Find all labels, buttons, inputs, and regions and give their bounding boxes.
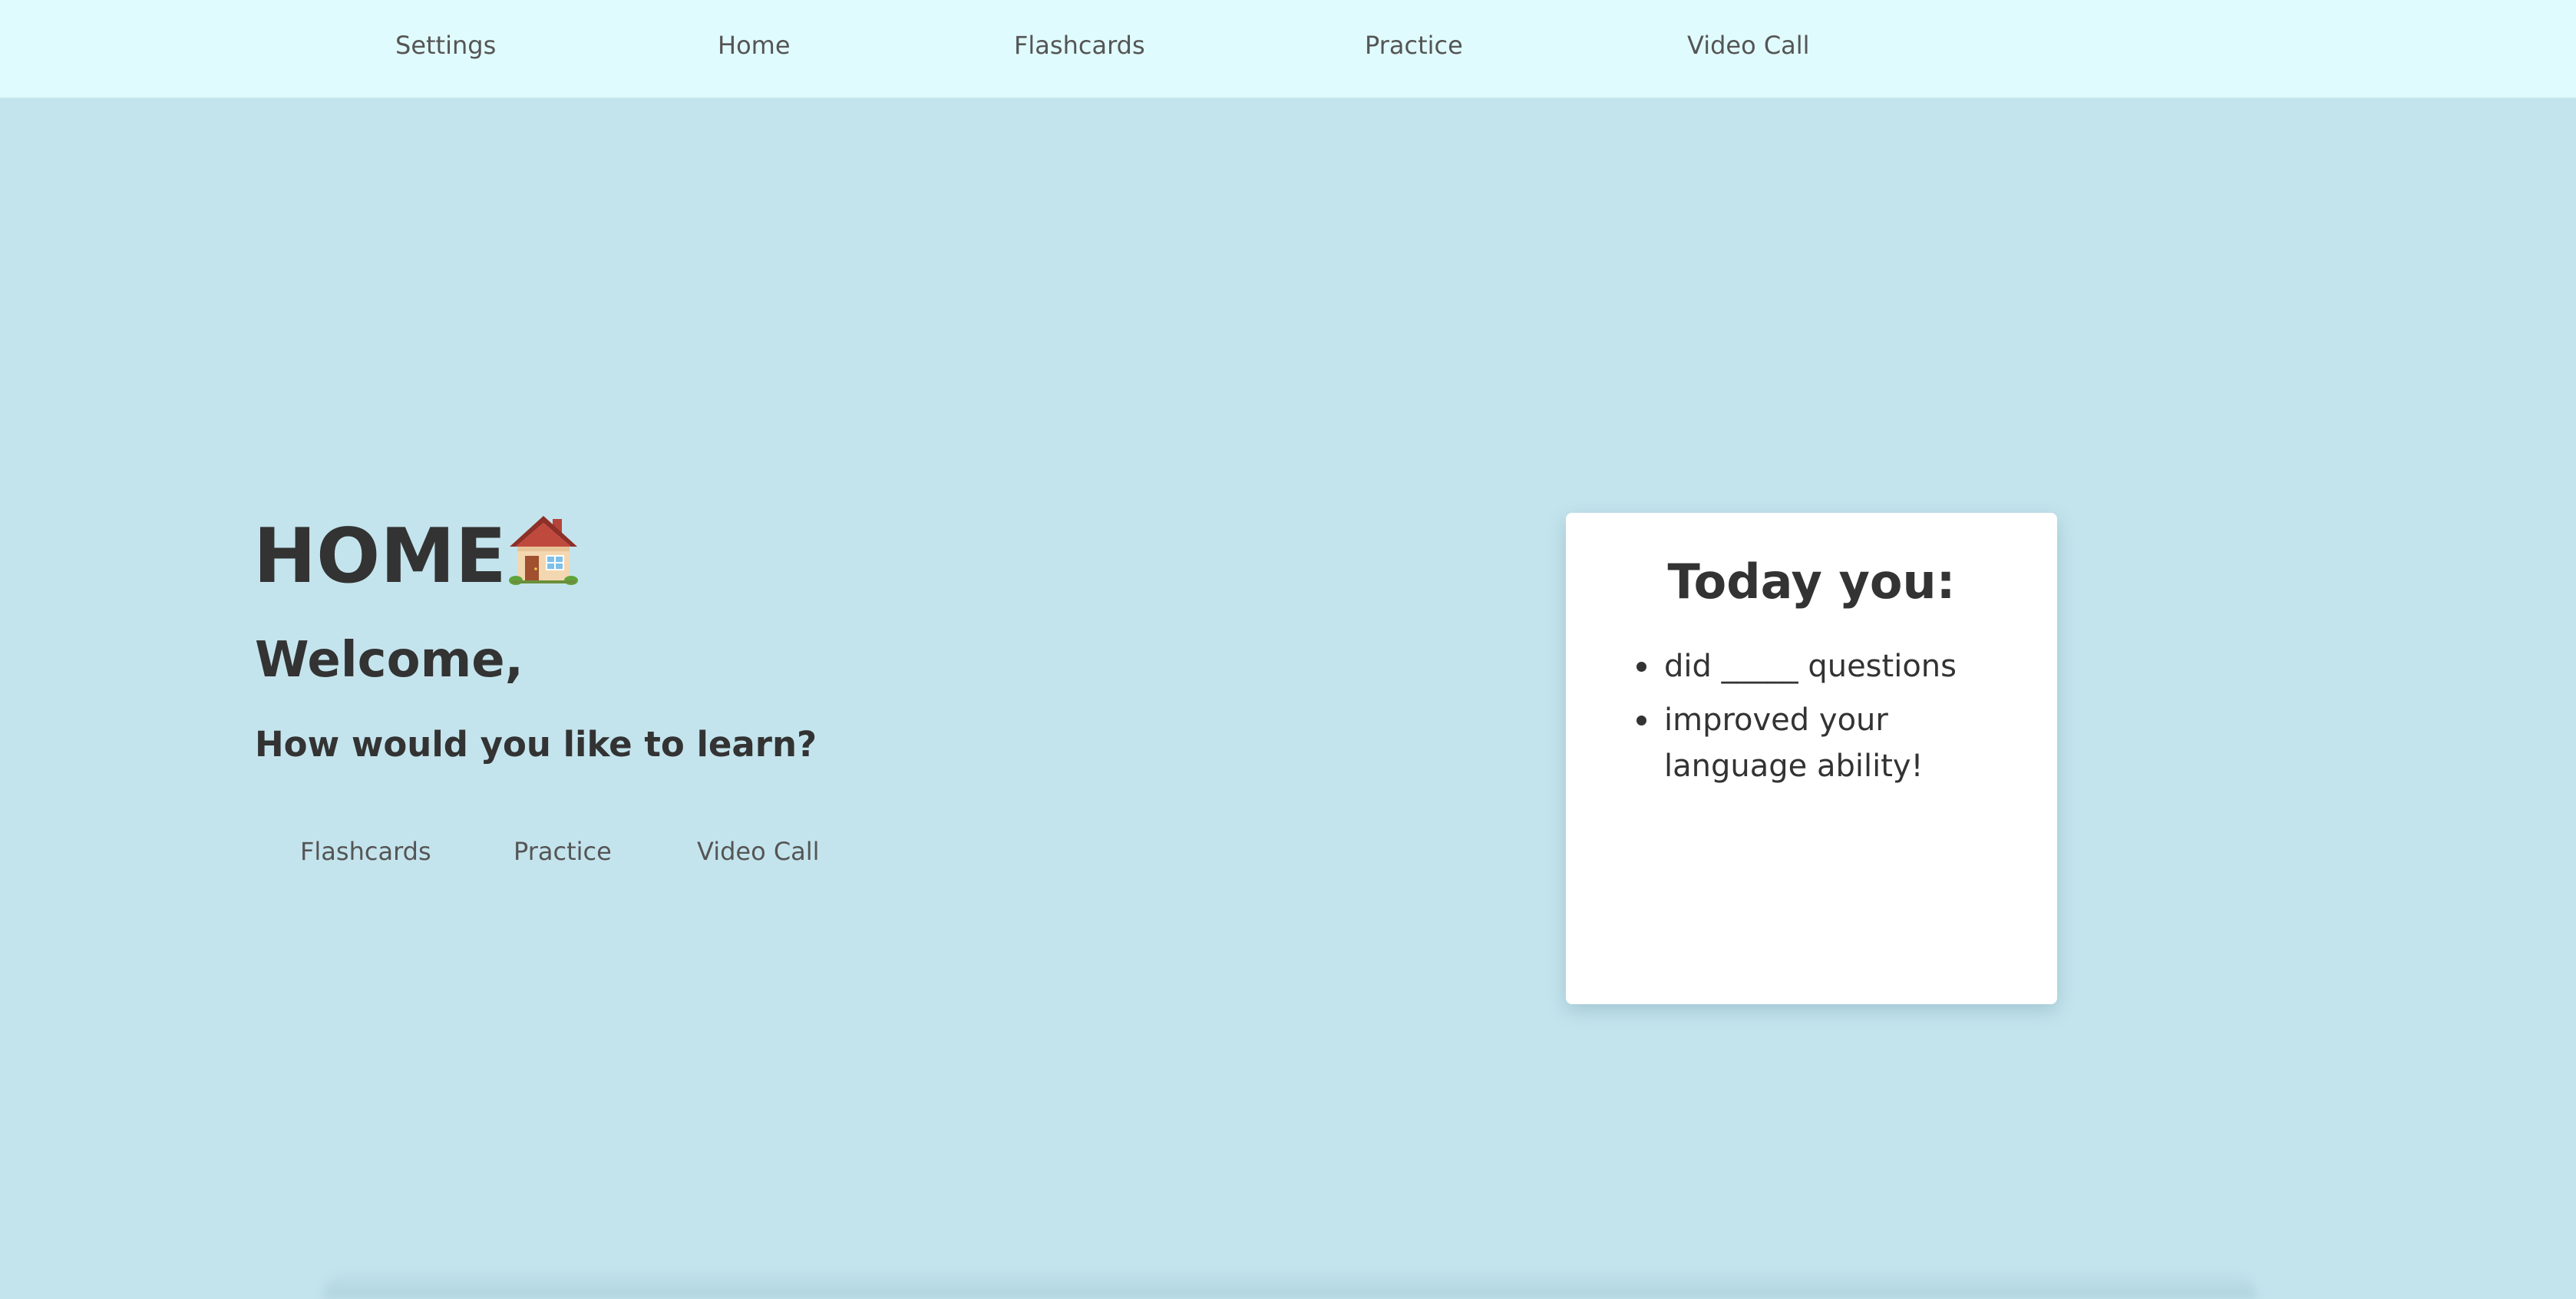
top-nav: Settings Home Flashcards Practice Video … <box>0 0 2576 99</box>
page-title: HOME <box>253 507 579 607</box>
house-icon <box>508 511 579 585</box>
learn-video-call-link[interactable]: Video Call <box>697 837 820 866</box>
bottom-shadow <box>322 1268 2257 1299</box>
nav-home-link[interactable]: Home <box>718 31 791 60</box>
nav-settings-link[interactable]: Settings <box>395 31 496 60</box>
learn-flashcards-link[interactable]: Flashcards <box>300 837 431 866</box>
today-item-text: improved your language ability! <box>1664 702 1924 784</box>
nav-flashcards-link[interactable]: Flashcards <box>1014 31 1145 60</box>
bullet-icon <box>1636 716 1646 726</box>
today-card: Today you: did _____ questions improved … <box>1566 513 2057 1004</box>
nav-practice-link[interactable]: Practice <box>1365 31 1463 60</box>
today-card-list: did _____ questions improved your langua… <box>1636 643 2033 797</box>
nav-video-call-link[interactable]: Video Call <box>1687 31 1810 60</box>
list-item: improved your language ability! <box>1636 697 2033 789</box>
learn-practice-link[interactable]: Practice <box>514 837 612 866</box>
bullet-icon <box>1636 662 1646 672</box>
welcome-heading: Welcome, <box>255 632 523 689</box>
learn-question: How would you like to learn? <box>255 724 817 765</box>
today-item-text: did _____ questions <box>1664 649 1957 684</box>
list-item: did _____ questions <box>1636 643 2033 689</box>
page-title-text: HOME <box>253 513 507 600</box>
today-card-title: Today you: <box>1667 554 1956 610</box>
